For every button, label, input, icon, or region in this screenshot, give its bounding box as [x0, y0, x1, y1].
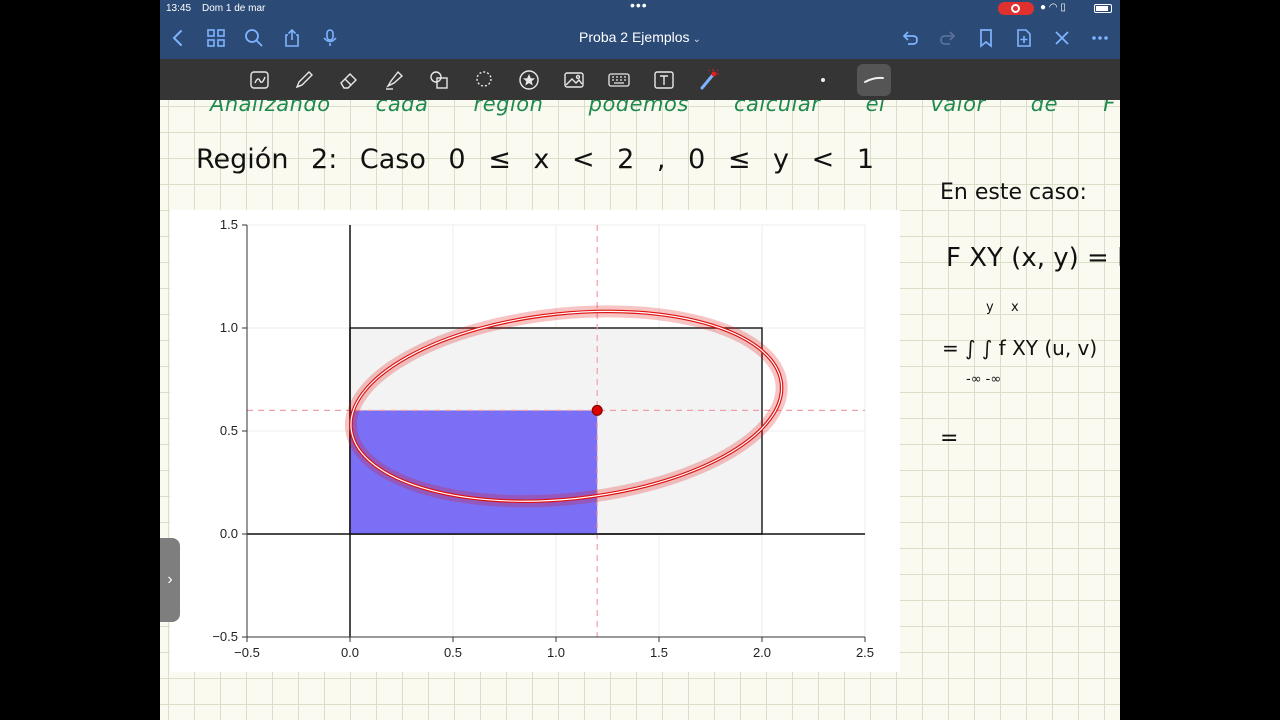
app-window: 13:45 Dom 1 de mar ••• ● ◠ ▯ Proba 2 Eje… [160, 0, 1120, 720]
handwritten-double-integral: = ∫ ∫ f XY (u, v) [942, 336, 1098, 360]
laser-trail-option[interactable] [857, 64, 891, 96]
x-tick-label: 0.5 [444, 645, 462, 660]
mic-icon[interactable] [318, 26, 342, 50]
document-title[interactable]: Proba 2 Ejemplos ⌄ [540, 29, 740, 45]
handwritten-cdf-definition: F XY (x, y) = P [946, 243, 1120, 273]
keyboard-icon[interactable] [606, 67, 632, 93]
plot-canvas: −0.5 0.0 0.5 1.0 1.5 2.0 2.5 −0.5 0.0 0.5 1.0 1.5 [212, 217, 874, 660]
handwritten-integral-lower: -∞ -∞ [966, 372, 1002, 387]
undo-icon[interactable] [898, 26, 922, 50]
back-icon[interactable] [166, 26, 190, 50]
redo-icon[interactable] [936, 26, 960, 50]
y-tick-label: 0.5 [220, 423, 238, 438]
search-icon[interactable] [242, 26, 266, 50]
document-title-text: Proba 2 Ejemplos [579, 29, 690, 45]
drawing-toolbar [160, 59, 1120, 100]
handwritten-intro: Analizando cada región podemos calcular … [210, 100, 1120, 116]
x-tick-label: 1.0 [547, 645, 565, 660]
notebook-page[interactable]: Analizando cada región podemos calcular … [160, 100, 1120, 720]
handwritten-en-este-caso: En este caso: [940, 180, 1087, 205]
eraser-icon[interactable] [336, 67, 362, 93]
close-icon[interactable] [1050, 26, 1074, 50]
image-icon[interactable] [561, 67, 587, 93]
x-tick-label: −0.5 [234, 645, 260, 660]
lasso-text-icon[interactable] [247, 67, 273, 93]
lasso-icon[interactable] [471, 67, 497, 93]
add-page-icon[interactable] [1012, 26, 1036, 50]
chevron-right-icon: › [167, 571, 173, 588]
nav-bar: Proba 2 Ejemplos ⌄ [160, 18, 1120, 59]
multitask-dots[interactable]: ••• [630, 0, 648, 13]
chevron-down-icon: ⌄ [692, 34, 701, 45]
handwritten-equals: = [940, 426, 959, 451]
shapes-icon[interactable] [426, 67, 452, 93]
handwritten-integral-upper-y: y [986, 300, 994, 315]
y-tick-label: 0.0 [220, 526, 238, 541]
highlighter-icon[interactable] [381, 67, 407, 93]
x-tick-label: 0.0 [341, 645, 359, 660]
x-tick-label: 2.5 [856, 645, 874, 660]
textbox-icon[interactable] [651, 67, 677, 93]
status-date: Dom 1 de mar [202, 3, 266, 14]
laser-dot-icon[interactable] [810, 67, 836, 93]
y-tick-label: 1.5 [220, 217, 238, 232]
x-tick-label: 2.0 [753, 645, 771, 660]
sticker-icon[interactable] [516, 67, 542, 93]
pen-icon[interactable] [291, 67, 317, 93]
handwritten-integral-upper-x: x [1011, 300, 1019, 315]
x-tick-label: 1.5 [650, 645, 668, 660]
status-bar: 13:45 Dom 1 de mar ••• ● ◠ ▯ [160, 0, 1120, 18]
status-time: 13:45 [166, 3, 192, 14]
laser-pointer-icon[interactable] [696, 67, 722, 93]
cdf-point-marker [591, 404, 603, 416]
wifi-icon: ● ◠ ▯ [1040, 2, 1066, 13]
battery-icon [1094, 4, 1112, 13]
cdf-region-plot: −0.5 0.0 0.5 1.0 1.5 2.0 2.5 −0.5 0.0 0.5 1.0 1.5 [170, 210, 900, 672]
grid-icon[interactable] [204, 26, 228, 50]
y-tick-label: −0.5 [212, 629, 238, 644]
y-tick-label: 1.0 [220, 320, 238, 335]
more-icon[interactable] [1088, 26, 1112, 50]
screen-record-icon [998, 2, 1034, 15]
handwritten-region-title: Región 2: Caso 0 ≤ x < 2 , 0 ≤ y < 1 [196, 144, 875, 175]
bookmark-icon[interactable] [974, 26, 998, 50]
share-icon[interactable] [280, 26, 304, 50]
sidebar-toggle-tab[interactable]: › [160, 538, 180, 622]
